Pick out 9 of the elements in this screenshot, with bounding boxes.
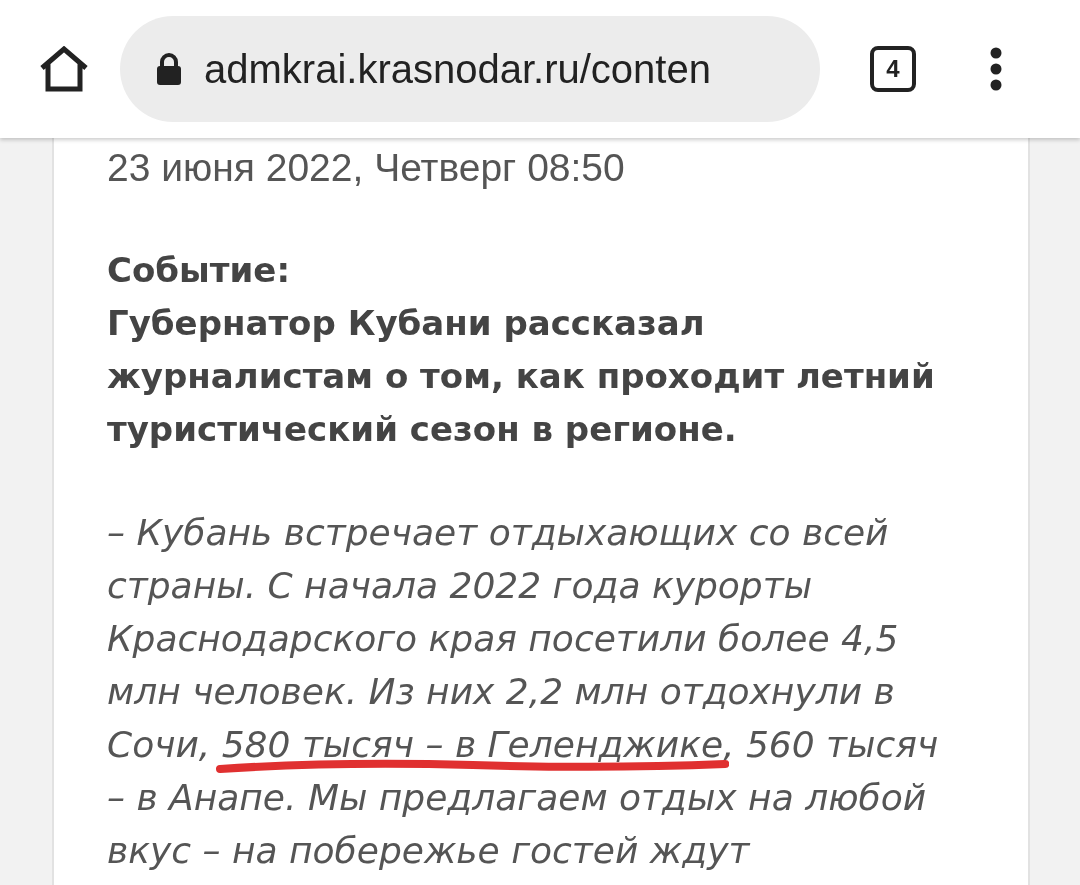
event-label: Событие: bbox=[107, 249, 291, 292]
article-date: 23 июня 2022, Четверг 08:50 bbox=[107, 146, 626, 190]
address-bar[interactable]: admkrai.krasnodar.ru/conten bbox=[120, 16, 820, 122]
menu-icon[interactable] bbox=[990, 47, 1002, 91]
quote-paragraph: – Кубань встречает отдыхающих со всей страны. С начала 2022 года курорты Краснодарского края посетили более 4,5 млн человек. Из них 2,2 млн отдохнули в Сочи, 580 тысяч – в Геленджике, 560 тысяч – в Анапе. Мы предлагаем отдых на любой вкус – на побережье гостей ждут bbox=[107, 511, 940, 873]
home-icon[interactable] bbox=[38, 46, 90, 92]
tab-count-button[interactable]: 4 bbox=[870, 46, 916, 92]
lock-icon bbox=[156, 53, 182, 85]
headline: Губернатор Кубани рассказал журналистам о том, как проходит летний туристический сезон в регионе. bbox=[107, 302, 936, 451]
